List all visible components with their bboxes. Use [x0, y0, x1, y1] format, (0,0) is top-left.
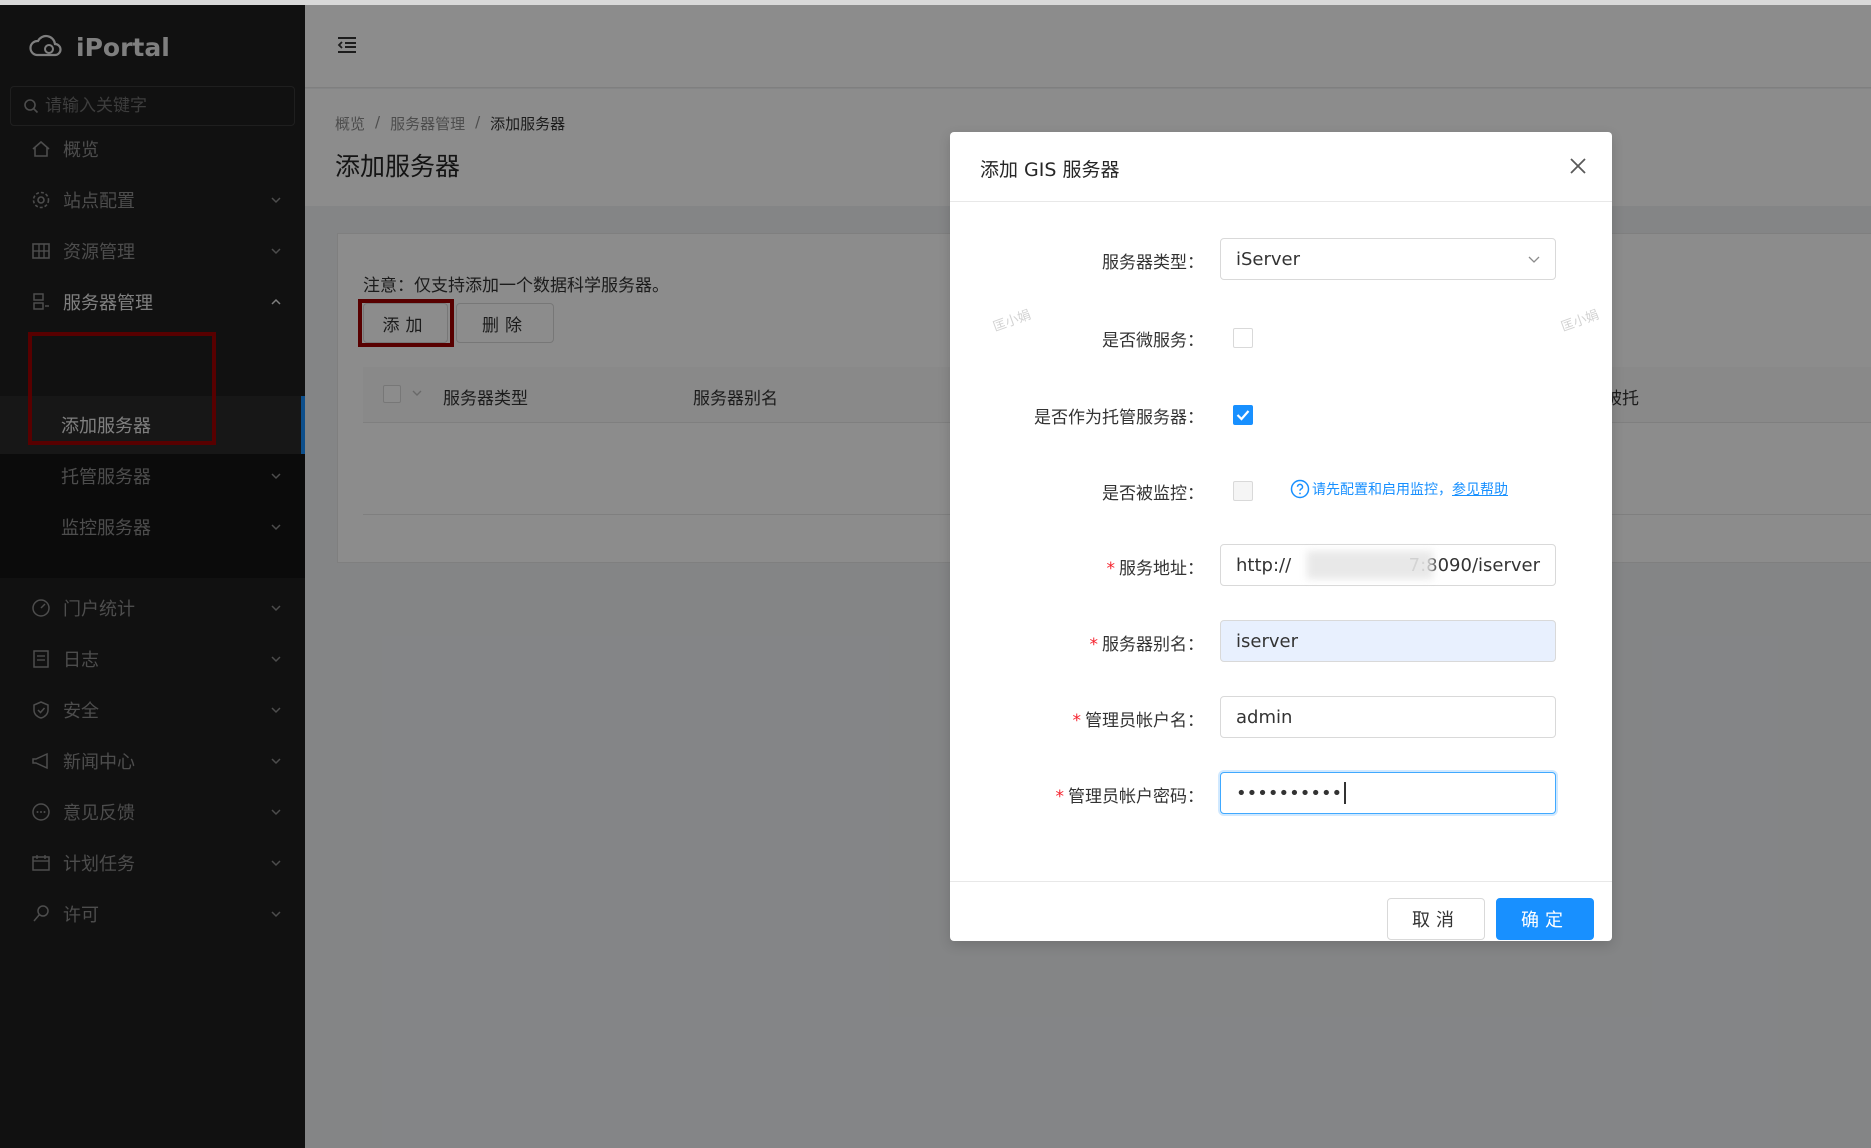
text-caret	[1344, 782, 1347, 804]
modal-title: 添加 GIS 服务器	[980, 159, 1120, 181]
admin-user-value: admin	[1236, 706, 1293, 728]
question-circle-icon	[1290, 479, 1310, 499]
admin-password-label-text: 管理员帐户密码：	[1068, 787, 1204, 807]
hosted-checkbox[interactable]	[1233, 405, 1253, 425]
admin-user-label: * 管理员帐户名：	[1072, 711, 1205, 731]
monitor-help: 请先配置和启用监控， 参见帮助	[1290, 479, 1508, 499]
hosted-label: 是否作为托管服务器：	[1034, 408, 1204, 428]
admin-password-input[interactable]: ••••••••••	[1220, 772, 1556, 814]
add-gis-server-dialog: 添加 GIS 服务器 匡小娟 匡小娟 服务器类型： iServer 是否微服务：…	[950, 132, 1612, 941]
service-url-label: * 服务地址：	[1106, 559, 1205, 579]
alias-label: * 服务器别名：	[1089, 635, 1205, 655]
form-row-micro-service: 是否微服务：	[950, 316, 1612, 358]
check-icon	[1236, 410, 1250, 421]
chevron-down-icon	[1528, 256, 1540, 263]
redaction-blur	[1307, 551, 1433, 579]
form-row-service-url: * 服务地址： http:// 7:8090/iserver	[950, 544, 1612, 586]
close-icon[interactable]	[1568, 156, 1588, 176]
server-type-label: 服务器类型：	[1102, 253, 1204, 273]
monitor-help-text: 请先配置和启用监控，	[1312, 482, 1452, 498]
server-type-select[interactable]: iServer	[1220, 238, 1556, 280]
alias-value: iserver	[1236, 630, 1298, 652]
monitored-checkbox[interactable]	[1233, 481, 1253, 501]
help-link[interactable]: 参见帮助	[1452, 479, 1508, 499]
alias-input[interactable]: iserver	[1220, 620, 1556, 662]
cancel-button[interactable]: 取消	[1387, 898, 1485, 940]
modal-footer: 取消 确定	[950, 881, 1612, 941]
admin-user-input[interactable]: admin	[1220, 696, 1556, 738]
micro-service-checkbox[interactable]	[1233, 328, 1253, 348]
form-row-admin-password: * 管理员帐户密码： ••••••••••	[950, 772, 1612, 814]
form-row-monitored: 是否被监控： 请先配置和启用监控， 参见帮助	[950, 469, 1612, 511]
admin-user-label-text: 管理员帐户名：	[1085, 711, 1204, 731]
admin-password-value: ••••••••••	[1236, 782, 1343, 804]
alias-label-text: 服务器别名：	[1102, 635, 1204, 655]
micro-service-label: 是否微服务：	[1102, 331, 1204, 351]
admin-password-label: * 管理员帐户密码：	[1055, 787, 1205, 807]
form-row-hosted: 是否作为托管服务器：	[950, 393, 1612, 435]
service-url-label-text: 服务地址：	[1119, 559, 1204, 579]
form-row-server-type: 服务器类型： iServer	[950, 238, 1612, 280]
server-type-value: iServer	[1236, 248, 1301, 270]
service-url-input[interactable]: http:// 7:8090/iserver	[1220, 544, 1556, 586]
service-url-prefix: http://	[1236, 554, 1292, 576]
form-row-alias: * 服务器别名： iserver	[950, 620, 1612, 662]
form-row-admin-user: * 管理员帐户名： admin	[950, 696, 1612, 738]
monitored-label: 是否被监控：	[1102, 484, 1204, 504]
modal-header: 添加 GIS 服务器	[950, 132, 1612, 202]
confirm-button[interactable]: 确定	[1496, 898, 1594, 940]
